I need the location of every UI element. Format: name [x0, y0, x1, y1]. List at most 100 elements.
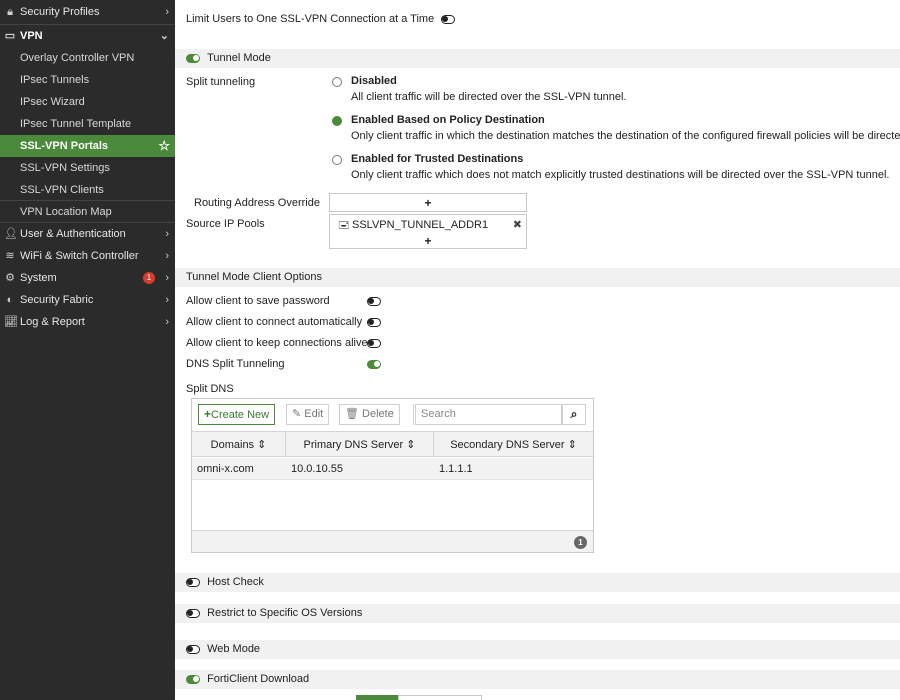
address-icon: 🖃	[338, 220, 350, 231]
download-method-option[interactable]	[398, 695, 482, 700]
sidebar-item-vpn[interactable]: ▭ VPN ⌄	[0, 25, 175, 47]
web-mode-toggle[interactable]	[186, 644, 200, 654]
source-ip-pool-entry: SSLVPN_TUNNEL_ADDR1	[352, 219, 489, 231]
trash-icon: 🗑︎	[345, 408, 359, 420]
search-input[interactable]: Search	[415, 404, 562, 425]
chevron-down-icon: ⌄	[159, 30, 169, 42]
toolbar-divider	[413, 404, 414, 425]
sidebar-item-overlay-controller-vpn[interactable]: Overlay Controller VPN	[0, 47, 175, 69]
table-cell-primary-dns[interactable]: 10.0.10.55	[286, 458, 434, 480]
sidebar-item-vpn-location-map[interactable]: VPN Location Map	[0, 201, 175, 223]
sidebar-item-security-profiles[interactable]: 🔒︎ Security Profiles ›	[0, 0, 175, 25]
host-check-label: Host Check	[207, 576, 264, 588]
user-icon: 👤︎	[4, 228, 18, 240]
remove-icon[interactable]: ✖	[513, 218, 522, 231]
sidebar-item-label: Security Fabric	[20, 294, 94, 306]
sidebar-item-label: Security Profiles	[20, 6, 100, 18]
sidebar-item-label: Log & Report	[20, 316, 85, 328]
web-mode-section: Web Mode	[175, 640, 900, 659]
split-disabled-radio[interactable]	[332, 77, 342, 87]
split-policy-radio[interactable]	[332, 116, 342, 126]
forticlient-download-toggle[interactable]	[186, 674, 200, 684]
sidebar-item-label: VPN	[20, 30, 43, 42]
create-new-button[interactable]: +Create New	[198, 404, 276, 425]
sidebar-item-ipsec-tunnels[interactable]: IPsec Tunnels	[0, 69, 175, 91]
sidebar-item-ipsec-tunnel-template[interactable]: IPsec Tunnel Template	[0, 113, 175, 135]
chart-icon: 📈︎	[4, 316, 18, 328]
column-header-primary-dns[interactable]: Primary DNS Server ⇕	[286, 431, 434, 457]
table-footer: 1	[192, 530, 593, 552]
sidebar-item-label: Overlay Controller VPN	[20, 52, 135, 64]
restrict-os-section: Restrict to Specific OS Versions	[175, 604, 900, 623]
sidebar-item-label: User & Authentication	[20, 228, 126, 240]
column-header-domains[interactable]: Domains ⇕	[192, 431, 286, 457]
split-trusted-title: Enabled for Trusted Destinations	[351, 153, 524, 165]
tunnel-mode-toggle[interactable]	[186, 53, 200, 63]
forticlient-download-section: FortiClient Download	[175, 670, 900, 689]
host-check-toggle[interactable]	[186, 577, 200, 587]
limit-users-toggle[interactable]	[441, 14, 456, 24]
monitor-icon: ▭	[4, 30, 16, 42]
sidebar-item-system[interactable]: ⚙ System 1 ›	[0, 267, 175, 289]
routing-override-add[interactable]: +	[329, 193, 527, 212]
add-icon: +	[424, 196, 432, 210]
host-check-section: Host Check	[175, 573, 900, 592]
sidebar-item-label: System	[20, 272, 57, 284]
save-password-toggle[interactable]	[367, 297, 381, 306]
sidebar-item-ssl-vpn-settings[interactable]: SSL-VPN Settings	[0, 157, 175, 179]
sidebar-item-user-authentication[interactable]: 👤︎ User & Authentication ›	[0, 223, 175, 245]
dns-split-label: DNS Split Tunneling	[186, 358, 285, 370]
delete-button[interactable]: 🗑︎ Delete	[339, 404, 400, 425]
sidebar-item-ipsec-wizard[interactable]: IPsec Wizard	[0, 91, 175, 113]
edit-button[interactable]: ✎ Edit	[286, 404, 330, 425]
main-content: Limit Users to One SSL-VPN Connection at…	[175, 0, 900, 700]
column-header-secondary-dns[interactable]: Secondary DNS Server ⇕	[434, 431, 593, 457]
notification-badge: 1	[143, 272, 155, 284]
routing-override-label: Routing Address Override	[194, 197, 320, 209]
sidebar-item-label: SSL-VPN Clients	[20, 184, 104, 196]
table-cell-domain[interactable]: omni-x.com	[192, 458, 286, 480]
limit-users-label: Limit Users to One SSL-VPN Connection at…	[186, 13, 435, 25]
sidebar: 🔒︎ Security Profiles › ▭ VPN ⌄ Overlay C…	[0, 0, 175, 700]
lock-icon: 🔒︎	[7, 6, 13, 18]
split-tunneling-label: Split tunneling	[186, 76, 256, 88]
row-count-badge: 1	[574, 536, 587, 549]
sidebar-item-security-fabric[interactable]: ◐ Security Fabric ›	[0, 289, 175, 311]
star-icon[interactable]: ☆	[158, 135, 170, 157]
source-ip-pools-field: 🖃 SSLVPN_TUNNEL_ADDR1 ✖ +	[329, 214, 527, 249]
split-disabled-desc: All client traffic will be directed over…	[351, 91, 627, 103]
sidebar-item-wifi-switch-controller[interactable]: ≋ WiFi & Switch Controller ›	[0, 245, 175, 267]
source-ip-pool-add[interactable]: +	[330, 234, 526, 248]
restrict-os-label: Restrict to Specific OS Versions	[207, 607, 363, 619]
chevron-right-icon: ›	[165, 228, 169, 240]
connect-auto-label: Allow client to connect automatically	[186, 316, 363, 328]
search-icon[interactable]: ⌕	[562, 404, 586, 425]
split-dns-label: Split DNS	[186, 383, 234, 395]
sidebar-item-ssl-vpn-portals[interactable]: SSL-VPN Portals ☆	[0, 135, 175, 157]
limit-users-row: Limit Users to One SSL-VPN Connection at…	[186, 13, 456, 25]
download-method-selected[interactable]	[356, 695, 398, 700]
dns-split-toggle[interactable]	[367, 360, 381, 369]
keep-alive-toggle[interactable]	[367, 339, 381, 348]
keep-alive-label: Allow client to keep connections alive	[186, 337, 368, 349]
create-new-label: Create New	[211, 409, 270, 421]
split-policy-title: Enabled Based on Policy Destination	[351, 114, 545, 126]
table-cell-secondary-dns[interactable]: 1.1.1.1	[434, 458, 593, 480]
client-options-section: Tunnel Mode Client Options	[175, 268, 900, 287]
sidebar-item-label: IPsec Tunnel Template	[20, 118, 132, 130]
source-ip-pools-label: Source IP Pools	[186, 218, 265, 230]
connect-auto-toggle[interactable]	[367, 318, 381, 327]
web-mode-label: Web Mode	[207, 643, 261, 655]
split-trusted-desc: Only client traffic which does not match…	[351, 169, 890, 181]
chevron-right-icon: ›	[165, 272, 169, 284]
sidebar-item-log-report[interactable]: 📈︎ Log & Report ›	[0, 311, 175, 333]
sidebar-item-label: WiFi & Switch Controller	[20, 250, 139, 262]
fabric-icon: ◐	[6, 294, 14, 306]
restrict-os-toggle[interactable]	[186, 608, 200, 618]
split-trusted-radio[interactable]	[332, 155, 342, 165]
delete-label: Delete	[362, 408, 394, 420]
split-policy-desc: Only client traffic in which the destina…	[351, 130, 900, 142]
sidebar-item-ssl-vpn-clients[interactable]: SSL-VPN Clients	[0, 179, 175, 201]
edit-label: Edit	[304, 408, 324, 420]
tunnel-mode-section: Tunnel Mode	[175, 49, 900, 68]
